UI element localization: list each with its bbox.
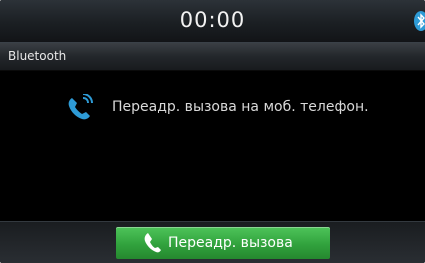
clock: 00:00: [179, 8, 246, 32]
phone-icon: [144, 232, 162, 254]
forward-call-button[interactable]: Переадр. вызова: [116, 227, 330, 259]
page-title: Bluetooth: [8, 49, 67, 63]
head-unit-screen: 00:00 Bluetooth Переадр. вызова на моб. …: [0, 0, 425, 263]
bluetooth-icon: [414, 11, 425, 31]
status-bar: 00:00: [0, 0, 425, 43]
forward-call-message: Переадр. вызова на моб. телефон.: [112, 99, 369, 115]
call-forward-icon: [66, 93, 96, 124]
title-bar: Bluetooth: [0, 43, 425, 71]
forward-call-button-label: Переадр. вызова: [168, 235, 293, 251]
main-content: Переадр. вызова на моб. телефон.: [0, 71, 425, 221]
bottom-bar: Переадр. вызова: [0, 221, 425, 263]
